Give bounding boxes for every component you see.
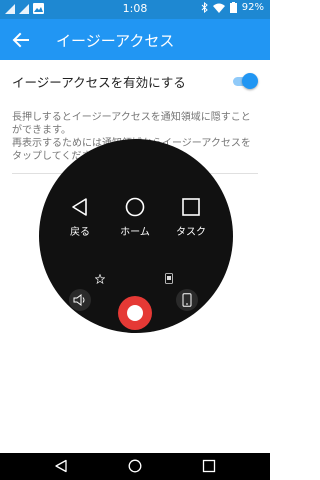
menu-item-back[interactable]: 戻る: [55, 197, 105, 238]
record-icon: [127, 305, 143, 321]
battery-icon: [229, 2, 237, 13]
easy-access-setting-row[interactable]: イージーアクセスを有効にする: [12, 68, 258, 94]
nav-back-button[interactable]: [52, 457, 70, 475]
wifi-icon: [212, 3, 225, 13]
battery-percent: 92%: [241, 2, 264, 13]
bluetooth-icon: [201, 2, 208, 13]
nav-recent-button[interactable]: [200, 457, 218, 475]
back-triangle-icon: [55, 459, 67, 473]
menu-item-task-label: タスク: [176, 227, 206, 238]
app-bar: イージーアクセス: [0, 19, 270, 60]
enable-toggle[interactable]: [230, 73, 258, 89]
system-nav-bar: [0, 453, 270, 480]
circle-home-icon: [125, 197, 145, 217]
screenshot-icon[interactable]: [164, 273, 174, 284]
phone-button[interactable]: [176, 289, 198, 311]
volume-button[interactable]: [69, 289, 91, 311]
record-button[interactable]: [118, 296, 152, 330]
home-circle-icon: [128, 459, 142, 473]
menu-item-back-label: 戻る: [70, 227, 90, 238]
star-icon[interactable]: [95, 274, 105, 284]
status-right-icons: 92%: [201, 2, 264, 13]
menu-item-task[interactable]: タスク: [166, 197, 216, 238]
phone-icon: [182, 293, 192, 307]
square-task-icon: [182, 198, 200, 216]
description-line-1: 長押しするとイージーアクセスを通知領域に隠すことができます。: [12, 112, 251, 136]
toggle-thumb: [242, 73, 258, 89]
menu-item-home[interactable]: ホーム: [107, 197, 163, 238]
nav-home-button[interactable]: [126, 457, 144, 475]
arrow-back-icon[interactable]: [10, 29, 32, 51]
setting-label: イージーアクセスを有効にする: [12, 74, 186, 90]
recent-square-icon: [202, 459, 216, 473]
menu-item-home-label: ホーム: [120, 227, 150, 238]
volume-icon: [73, 294, 85, 306]
page-title: イージーアクセス: [56, 32, 175, 50]
triangle-back-icon: [72, 198, 87, 216]
status-bar: 1:08 92%: [0, 0, 270, 19]
